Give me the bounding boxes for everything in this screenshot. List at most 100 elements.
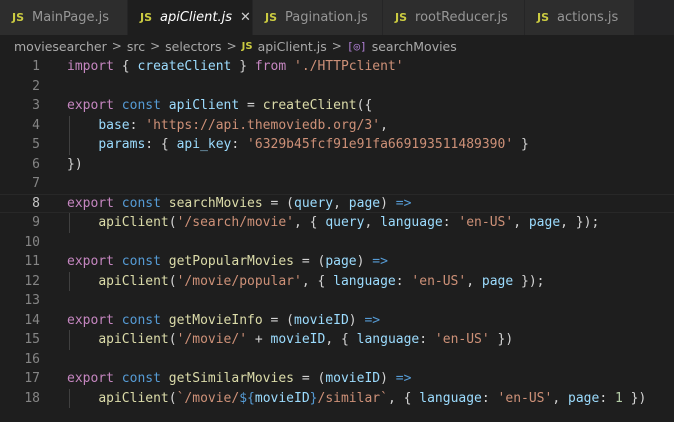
breadcrumb-folder-src[interactable]: src [127, 39, 145, 54]
indent-guide [69, 330, 70, 350]
tab-apiclient[interactable]: JS apiClient.js ✕ [128, 0, 253, 35]
code-token: createClient [137, 59, 232, 74]
code-token: , { [387, 390, 420, 406]
code-token: searchMovies [168, 195, 263, 211]
line-number: 1 [32, 59, 40, 74]
indent-guide [69, 388, 70, 408]
tab-pagination[interactable]: JS Pagination.js [253, 0, 383, 35]
line-number: 9 [32, 215, 40, 230]
tab-mainpage[interactable]: JS MainPage.js [0, 0, 128, 35]
code-line[interactable]: 9 apiClient('/search/movie', { query, la… [0, 213, 674, 232]
code-token: const [121, 254, 161, 269]
tab-actions[interactable]: JS actions.js [525, 0, 635, 35]
code-token: : [442, 215, 459, 230]
code-line[interactable]: 15 apiClient('/movie/' + movieID, { lang… [0, 330, 674, 349]
breadcrumb-file[interactable]: apiClient.js [258, 39, 327, 54]
code-token: => [395, 195, 412, 211]
code-line[interactable]: 17 export const getSimilarMovies = (movie… [0, 369, 674, 388]
code-token: language [380, 215, 443, 230]
code-line[interactable]: 6}) [0, 155, 674, 174]
line-number: 14 [24, 312, 40, 328]
code-token: ) [348, 312, 365, 328]
code-token: './HTTPclient' [294, 59, 404, 74]
code-token: ( [168, 332, 177, 347]
code-token: '/movie/' [176, 332, 248, 347]
code-token: }) [622, 390, 647, 406]
code-token: 'en-US' [497, 390, 553, 406]
code-token: , [333, 195, 349, 211]
code-line[interactable]: 11 export const getPopularMovies = (page)… [0, 252, 674, 271]
line-number: 6 [32, 156, 40, 172]
editor-tab-bar: JS MainPage.js JS apiClient.js ✕ JS Pagi… [0, 0, 674, 35]
code-line[interactable]: 7 [0, 174, 674, 193]
breadcrumb-folder-moviesearcher[interactable]: moviesearcher [14, 39, 107, 54]
code-editor[interactable]: 1 import { createClient } from './HTTPcli… [0, 57, 674, 422]
code-token: apiClient [168, 98, 240, 113]
code-line[interactable]: 18 apiClient(`/movie/${movieID}/similar`… [0, 389, 674, 408]
code-token: + [247, 332, 271, 347]
code-token: const [121, 312, 161, 328]
code-token: ({ [356, 98, 373, 113]
code-line[interactable]: 13 [0, 291, 674, 310]
indent-guide [69, 271, 70, 291]
code-content: apiClient(`/movie/${movieID}/similar`, {… [67, 389, 646, 408]
code-content: base: 'https://api.themoviedb.org/3', [67, 116, 388, 135]
code-token: const [121, 371, 161, 386]
code-token: : [231, 137, 248, 152]
code-token: : [129, 117, 146, 133]
line-number: 18 [24, 390, 40, 406]
code-line[interactable]: 12 apiClient('/movie/popular', { languag… [0, 272, 674, 291]
code-line[interactable]: 8 export const searchMovies = (query, pag… [0, 193, 674, 213]
code-line[interactable]: 16 [0, 350, 674, 369]
breadcrumb-folder-selectors[interactable]: selectors [165, 39, 221, 54]
code-token: , [513, 215, 529, 230]
code-line[interactable]: 4 base: 'https://api.themoviedb.org/3', [0, 116, 674, 135]
code-token: createClient [262, 98, 357, 113]
code-line[interactable]: 5 params: { api_key: '6329b45fcf91e91fa6… [0, 135, 674, 154]
tab-label: actions.js [557, 10, 619, 25]
code-line[interactable]: 2 [0, 77, 674, 96]
code-token: apiClient [98, 390, 169, 406]
code-token: = ( [262, 195, 295, 211]
close-icon[interactable]: ✕ [240, 10, 251, 25]
code-token: query [294, 195, 334, 211]
code-token: getPopularMovies [168, 254, 294, 269]
code-content: export const apiClient = createClient({ [67, 96, 372, 115]
code-token: movieID [325, 371, 381, 386]
code-token: '/movie/popular' [176, 273, 302, 289]
code-token: const [121, 98, 161, 113]
code-token: language [333, 273, 396, 289]
variable-symbol-icon: [◎] [346, 39, 367, 53]
code-line[interactable]: 14 export const getMovieInfo = (movieID) … [0, 311, 674, 330]
code-token: language [356, 332, 420, 347]
code-token: export [67, 254, 114, 269]
line-number: 12 [24, 273, 40, 289]
breadcrumb-symbol[interactable]: searchMovies [372, 39, 457, 54]
code-line[interactable]: 3 export const apiClient = createClient({ [0, 96, 674, 115]
code-token: { [113, 59, 138, 74]
line-number: 5 [32, 137, 40, 152]
code-content: }) [67, 155, 83, 174]
javascript-file-icon: JS [241, 40, 253, 52]
code-token: , { [294, 215, 326, 230]
line-number: 2 [32, 78, 40, 94]
code-token: '6329b45fcf91e91fa669193511489390' [247, 137, 514, 152]
code-line[interactable]: 10 [0, 233, 674, 252]
code-line[interactable]: 1 import { createClient } from './HTTPcli… [0, 57, 674, 76]
code-token: movieID [294, 312, 349, 328]
chevron-right-icon: > [331, 39, 342, 53]
code-token: page [325, 254, 357, 269]
tab-rootreducer[interactable]: JS rootReducer.js [383, 0, 525, 35]
code-token: base [98, 117, 130, 133]
code-token: = ( [294, 371, 326, 386]
code-token: => [395, 371, 412, 386]
line-number: 17 [24, 371, 40, 386]
